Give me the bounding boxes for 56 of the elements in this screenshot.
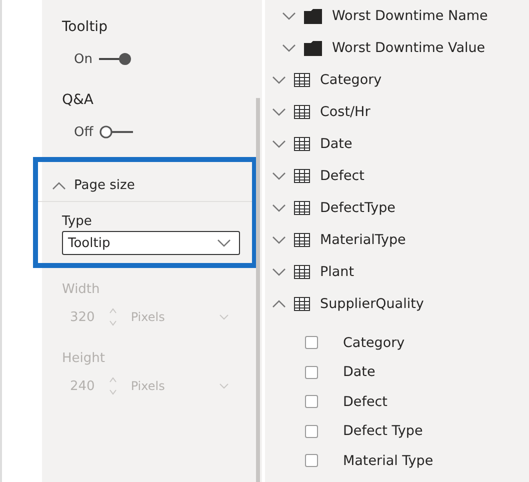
field-label: Type [62, 214, 93, 229]
checkbox[interactable] [305, 366, 318, 379]
checkbox[interactable] [305, 424, 318, 438]
table-icon [294, 73, 310, 87]
toggle-switch[interactable] [98, 125, 134, 139]
chevron-down-icon[interactable] [272, 140, 286, 148]
chevron-down-icon[interactable] [272, 268, 286, 276]
chevron-down-icon[interactable] [282, 12, 296, 20]
checkbox[interactable] [305, 336, 318, 350]
number-value: 240 [70, 378, 95, 394]
table-icon [294, 233, 310, 247]
chevron-up-icon[interactable] [52, 182, 66, 190]
field-item[interactable]: SupplierQuality [320, 296, 424, 312]
chevron-down-icon[interactable] [282, 44, 296, 52]
field-item[interactable]: DefectType [320, 200, 396, 216]
field-item[interactable]: Material Type [343, 452, 434, 469]
scrollbar[interactable] [256, 98, 260, 482]
field-label: Width [62, 282, 100, 297]
field-label: Height [62, 351, 105, 366]
field-item[interactable]: Category [343, 334, 405, 351]
field-item[interactable]: Category [320, 72, 382, 88]
toggle-label: Q&A [62, 92, 94, 108]
checkbox[interactable] [305, 454, 318, 468]
checkbox[interactable] [305, 395, 318, 408]
toggle-state: Off [74, 124, 94, 140]
table-icon [294, 201, 310, 215]
field-item[interactable]: MaterialType [320, 232, 406, 248]
table-icon [294, 297, 310, 311]
chevron-down-icon[interactable] [217, 239, 231, 247]
chevron-down-icon[interactable] [272, 172, 286, 180]
toggle-label: Tooltip [62, 19, 108, 35]
table-icon [294, 105, 310, 119]
field-item[interactable]: Plant [320, 264, 354, 280]
table-icon [294, 169, 310, 183]
table-icon [294, 265, 310, 279]
chevron-down-icon[interactable] [272, 76, 286, 84]
toggle-state: On [74, 52, 92, 66]
folder-icon [304, 8, 322, 24]
table-icon [294, 137, 310, 151]
field-item[interactable]: Worst Downtime Name [332, 8, 488, 24]
number-value: 320 [70, 310, 95, 324]
field-item[interactable]: Cost/Hr [320, 104, 370, 120]
field-item[interactable]: Defect Type [343, 423, 423, 440]
folder-icon [304, 40, 322, 56]
chevron-down-icon[interactable] [272, 236, 286, 244]
chevron-down-icon[interactable] [272, 108, 286, 116]
section-title[interactable]: Page size [74, 178, 135, 193]
chevron-up-icon[interactable] [272, 300, 286, 308]
chevron-down-icon[interactable] [272, 204, 286, 212]
field-item[interactable]: Date [320, 136, 352, 152]
field-item[interactable]: Date [343, 364, 376, 380]
field-item[interactable]: Worst Downtime Value [332, 40, 486, 56]
field-item[interactable]: Defect [320, 168, 364, 184]
field-item[interactable]: Defect [343, 394, 388, 410]
toggle-switch[interactable] [97, 52, 134, 66]
type-dropdown[interactable]: Tooltip [62, 231, 240, 255]
